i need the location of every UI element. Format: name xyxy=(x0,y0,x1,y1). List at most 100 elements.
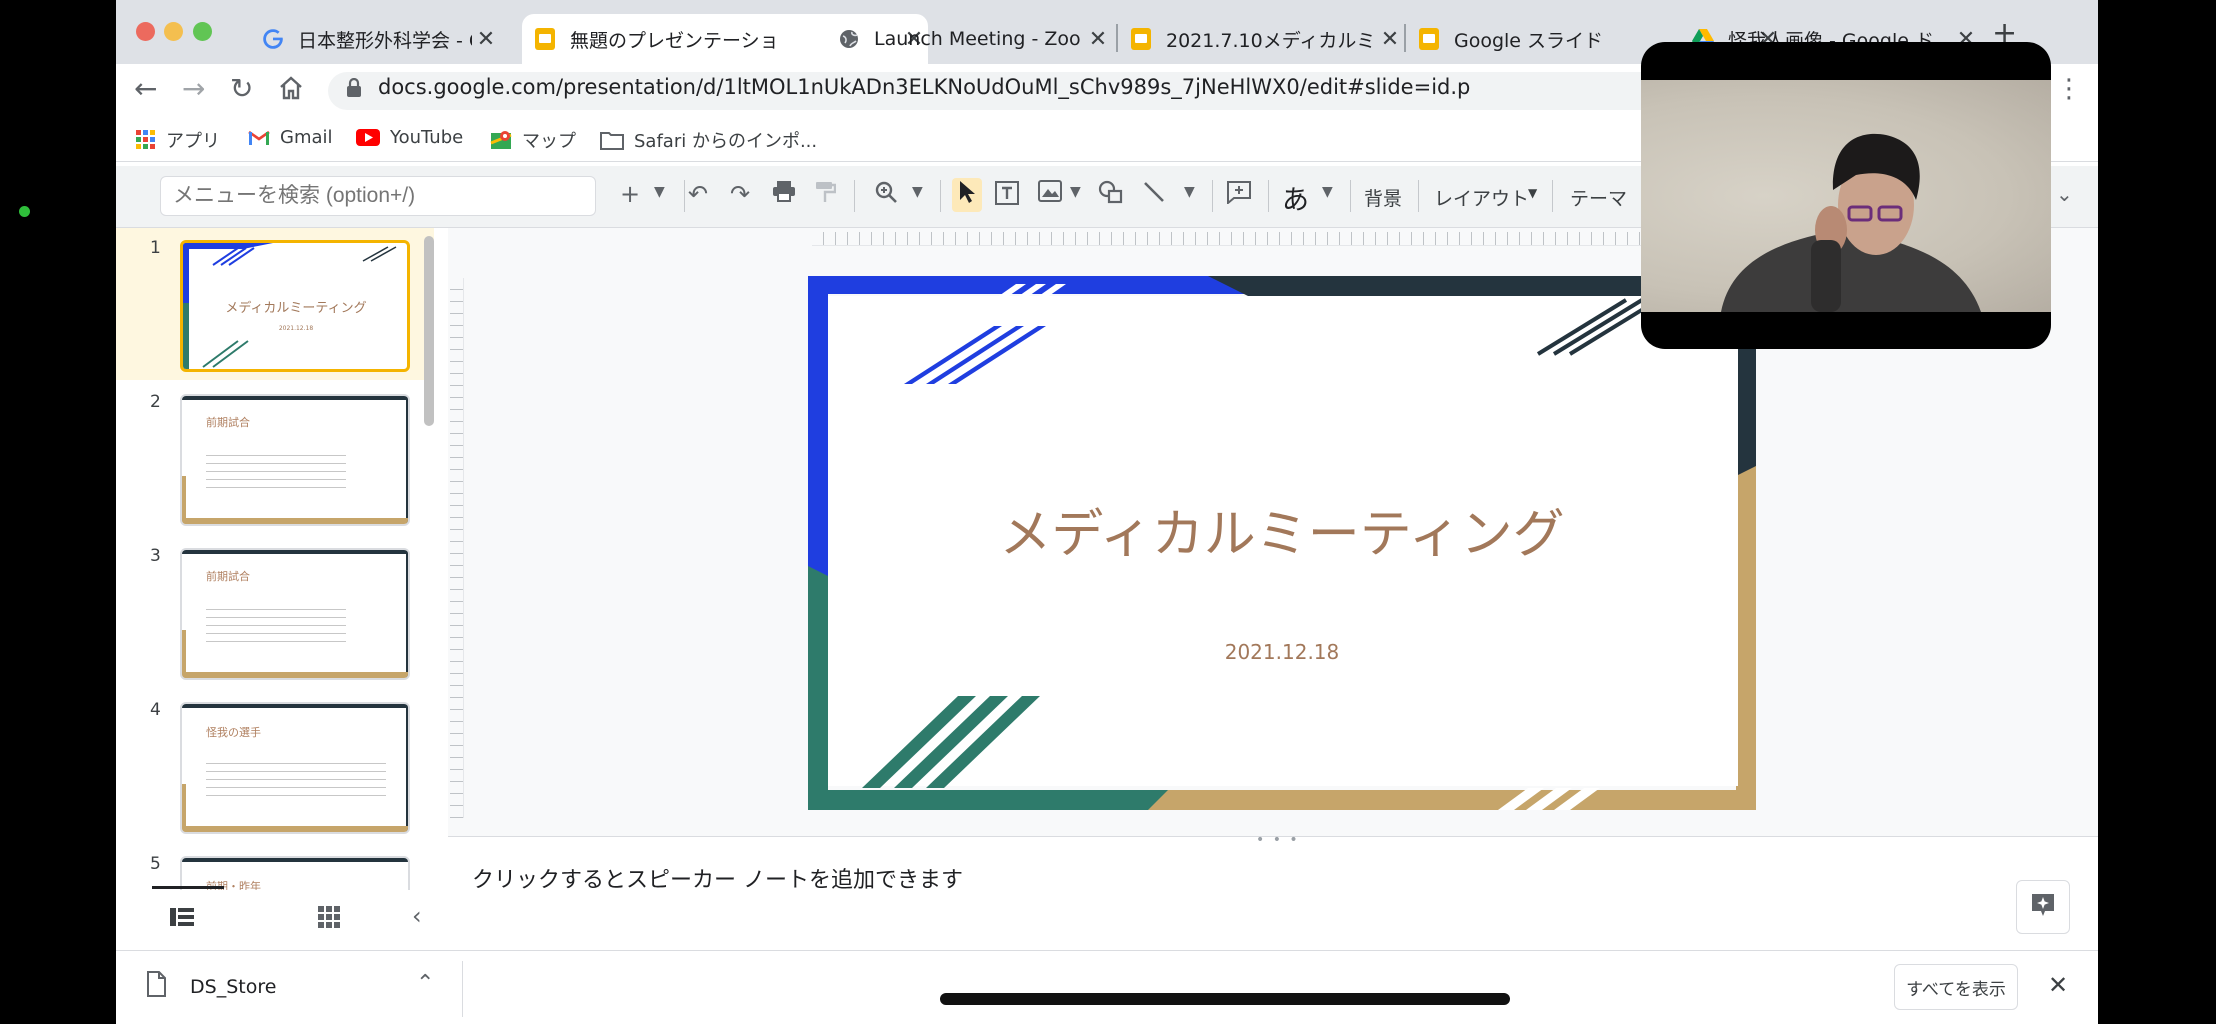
explore-sparkle-icon xyxy=(2030,892,2056,922)
globe-icon xyxy=(838,28,860,50)
layout-dropdown-icon[interactable]: ▼ xyxy=(1528,186,1537,200)
lock-icon[interactable] xyxy=(346,77,362,103)
collapse-toolbar-chevron-icon[interactable]: ⌄ xyxy=(2056,182,2073,206)
slide-date[interactable]: 2021.12.18 xyxy=(808,640,1756,664)
select-cursor-icon[interactable] xyxy=(952,178,982,212)
close-tab-icon[interactable]: ✕ xyxy=(1084,27,1112,52)
notes-resize-grip-icon[interactable]: • • • xyxy=(1256,832,1300,848)
zoom-dropdown-icon[interactable]: ▼ xyxy=(912,184,923,200)
screen: 日本整形外科学会 - Goo ✕ 無題のプレゼンテーショ ✕ Launch Me… xyxy=(0,0,2216,1024)
browser-tab[interactable]: 日本整形外科学会 - Goo ✕ xyxy=(250,14,500,64)
reload-icon[interactable]: ↻ xyxy=(230,72,253,105)
menu-search-input[interactable] xyxy=(160,176,596,216)
google-g-icon xyxy=(262,28,284,50)
slides-icon xyxy=(1130,28,1152,50)
bookmark-label: Safari からのインポ... xyxy=(634,131,818,152)
new-slide-plus-icon[interactable]: + xyxy=(620,180,640,208)
tab-title: 2021.7.10メディカルミ xyxy=(1166,29,1376,52)
filmstrip-view-icon[interactable] xyxy=(170,908,194,930)
toolbar-separator xyxy=(1418,180,1419,212)
file-icon xyxy=(146,971,166,1001)
text-box-icon[interactable] xyxy=(994,180,1020,212)
print-icon[interactable] xyxy=(772,180,796,208)
youtube-icon xyxy=(356,129,380,146)
add-comment-icon[interactable] xyxy=(1226,180,1252,210)
show-all-downloads-button[interactable]: すべてを表示 xyxy=(1894,964,2018,1010)
zoom-window-button[interactable] xyxy=(193,22,212,41)
browser-menu-icon[interactable]: ⋮ xyxy=(2056,74,2082,104)
camera-indicator-dot xyxy=(19,206,30,217)
download-file-name[interactable]: DS_Store xyxy=(190,976,276,998)
toolbar-separator xyxy=(1350,180,1351,212)
layout-button[interactable]: レイアウト xyxy=(1434,184,1529,211)
back-arrow-icon[interactable]: ← xyxy=(134,72,157,105)
close-tab-icon[interactable]: ✕ xyxy=(1376,27,1404,52)
slide-title[interactable]: メディカルミーティング xyxy=(808,492,1756,567)
horizontal-ruler xyxy=(812,232,1782,246)
filmstrip-scrollbar[interactable] xyxy=(424,236,434,426)
toolbar-separator xyxy=(940,180,941,212)
bookmark-label: Gmail xyxy=(280,127,333,148)
image-dropdown-icon[interactable]: ▼ xyxy=(1070,184,1081,200)
minimize-window-button[interactable] xyxy=(164,22,183,41)
filmstrip-footer: ‹ xyxy=(116,890,446,950)
slide-thumbnail[interactable]: 怪我の選手 xyxy=(180,702,410,834)
input-tools-button[interactable]: あ xyxy=(1282,178,1309,217)
bookmark-label: YouTube xyxy=(390,127,464,148)
folder-icon xyxy=(600,130,624,150)
download-options-chevron-icon[interactable]: ⌃ xyxy=(416,971,434,996)
toolbar-separator xyxy=(1268,180,1269,212)
home-icon[interactable] xyxy=(278,74,304,107)
thumbnail-body-lines xyxy=(206,756,386,796)
slide-thumbnail[interactable]: 前期試合 xyxy=(180,548,410,680)
close-window-button[interactable] xyxy=(136,22,155,41)
new-slide-dropdown-icon[interactable]: ▼ xyxy=(654,184,665,200)
browser-tab[interactable]: 2021.7.10メディカルミ ✕ xyxy=(1118,14,1404,64)
close-tab-icon[interactable]: ✕ xyxy=(472,27,500,52)
bookmark-maps[interactable]: マップ xyxy=(490,127,576,153)
slides-icon xyxy=(534,28,556,50)
maps-icon xyxy=(490,129,512,151)
browser-tab[interactable]: Launch Meeting - Zoo ✕ xyxy=(826,14,1112,64)
bookmark-safari-import[interactable]: Safari からのインポ... xyxy=(600,127,817,153)
close-shelf-icon[interactable]: ✕ xyxy=(2048,971,2068,999)
redo-icon[interactable]: ↷ xyxy=(730,180,750,208)
gmail-icon xyxy=(248,130,270,146)
thumbnail-body-lines xyxy=(206,448,346,488)
vertical-ruler xyxy=(450,278,464,818)
video-call-overlay[interactable] xyxy=(1641,42,2051,349)
bookmark-apps[interactable]: アプリ xyxy=(136,127,220,153)
bookmark-label: マップ xyxy=(522,131,576,152)
grid-view-icon[interactable] xyxy=(318,906,340,932)
slide-filmstrip: 1 メディカルミーティング 2021.12.18 2 前期試合 3 前期試合 4… xyxy=(116,228,446,890)
explore-button[interactable] xyxy=(2016,880,2070,934)
apps-grid-icon xyxy=(136,130,156,150)
bookmark-youtube[interactable]: YouTube xyxy=(356,127,463,148)
undo-icon[interactable]: ↶ xyxy=(688,180,708,208)
background-button[interactable]: 背景 xyxy=(1364,184,1402,211)
thumbnail-body-lines xyxy=(206,602,346,642)
input-tools-dropdown-icon[interactable]: ▼ xyxy=(1322,184,1333,200)
download-shelf: DS_Store ⌃ すべてを表示 ✕ xyxy=(116,950,2098,1024)
line-dropdown-icon[interactable]: ▼ xyxy=(1184,184,1195,200)
slide-number: 4 xyxy=(150,700,161,720)
theme-button[interactable]: テーマ xyxy=(1570,184,1627,211)
insert-image-icon[interactable] xyxy=(1038,180,1062,208)
shape-icon[interactable] xyxy=(1098,180,1124,210)
shelf-separator xyxy=(462,961,463,1017)
slide-thumbnail[interactable]: メディカルミーティング 2021.12.18 xyxy=(180,240,410,372)
toolbar-separator xyxy=(1552,180,1553,212)
slide-1-canvas[interactable]: メディカルミーティング 2021.12.18 xyxy=(808,276,1756,810)
url-text[interactable]: docs.google.com/presentation/d/1ltMOL1nU… xyxy=(378,75,1470,99)
speaker-notes-placeholder[interactable]: クリックするとスピーカー ノートを追加できます xyxy=(472,862,963,894)
bookmark-gmail[interactable]: Gmail xyxy=(248,127,333,148)
slide-thumbnail[interactable]: 前期・昨年 xyxy=(180,856,410,890)
collapse-filmstrip-chevron-icon[interactable]: ‹ xyxy=(412,902,422,930)
forward-arrow-icon[interactable]: → xyxy=(182,72,205,105)
paint-format-icon[interactable] xyxy=(814,180,837,210)
line-icon[interactable] xyxy=(1142,180,1166,210)
slide-thumbnail[interactable]: 前期試合 xyxy=(180,394,410,526)
participant-video xyxy=(1641,80,2051,312)
zoom-icon[interactable] xyxy=(874,180,898,210)
slide-number: 2 xyxy=(150,392,161,412)
